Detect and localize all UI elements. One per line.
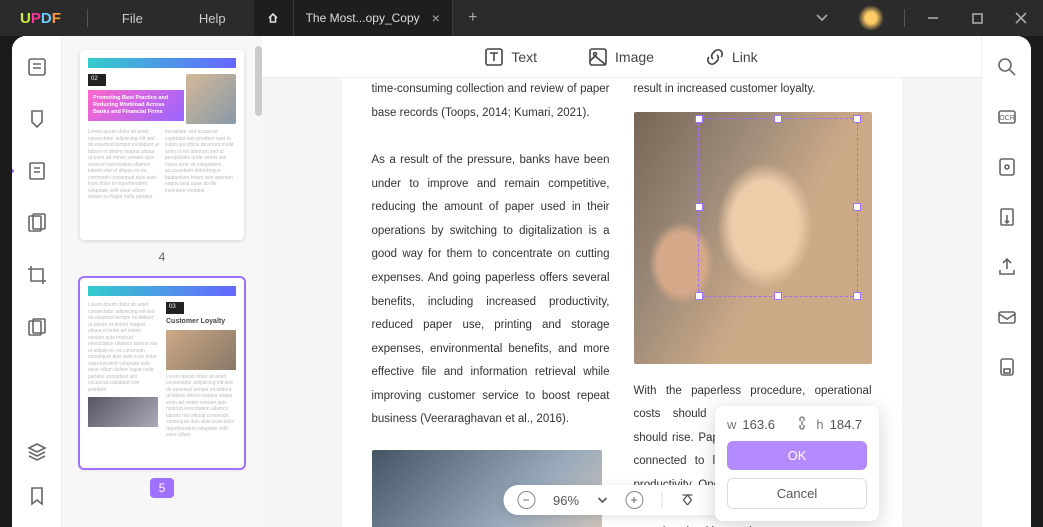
dropdown-icon[interactable] [800,0,844,36]
body-text: result in increased customer loyalty. [634,78,872,102]
thumb-promo-text: Promoting Best Practice and Reducing Wor… [88,90,184,121]
print-icon[interactable] [996,356,1018,378]
convert-icon[interactable] [996,206,1018,228]
divider [661,492,662,508]
page-thumbnail-4[interactable]: 02 Promoting Best Practice and Reducing … [80,50,244,240]
crop-handle-rm[interactable] [853,203,861,211]
link-tool[interactable]: Link [706,48,758,66]
edit-tool-icon[interactable] [26,160,48,182]
email-icon[interactable] [996,306,1018,328]
height-input[interactable] [830,417,876,432]
menu-file[interactable]: File [94,0,171,36]
reader-tool-icon[interactable] [26,56,48,78]
link-wh-icon[interactable] [796,416,808,433]
zoom-out-button[interactable]: − [517,491,535,509]
close-window-button[interactable] [999,0,1043,36]
crop-handle-bm[interactable] [774,292,782,300]
add-tab-button[interactable]: + [453,0,493,36]
crop-handle-tl[interactable] [695,115,703,123]
ok-button[interactable]: OK [727,441,867,470]
tab-title: The Most...opy_Copy [306,11,420,25]
crop-handle-br[interactable] [853,292,861,300]
document-tab[interactable]: The Most...opy_Copy × [294,0,453,36]
body-text: As a result of the pressure, banks have … [372,149,610,432]
organize-tool-icon[interactable] [26,212,48,234]
page-number-5: 5 [150,478,174,498]
crop-selection[interactable] [698,118,858,297]
search-icon[interactable] [996,56,1018,78]
image-tool-label: Image [615,49,654,65]
share-icon[interactable] [996,256,1018,278]
crop-tool-icon[interactable] [26,264,48,286]
zoom-in-button[interactable]: + [625,491,643,509]
ocr-icon[interactable]: OCR [996,106,1018,128]
crop-handle-bl[interactable] [695,292,703,300]
minimize-button[interactable] [911,0,955,36]
page-number-4: 4 [80,250,244,264]
page-thumbnail-5[interactable]: Lorem ipsum dolor sit amet consectetur a… [80,278,244,468]
page-image-1[interactable] [634,112,872,364]
thumb-badge: 02 [88,74,106,86]
thumb-badge: 03 [166,302,184,314]
bookmark-icon[interactable] [26,485,48,507]
crop-size-popup: w h OK Cancel [715,406,879,521]
menu-help[interactable]: Help [171,0,254,36]
thumbnail-scrollbar[interactable] [255,46,262,116]
text-tool[interactable]: Text [485,48,537,66]
highlight-tool-icon[interactable] [26,108,48,130]
close-tab-icon[interactable]: × [432,10,440,26]
ai-sparkle-icon[interactable] [858,5,884,31]
svg-text:OCR: OCR [999,115,1015,122]
height-label: h [816,417,823,432]
crop-handle-tr[interactable] [853,115,861,123]
tab-home[interactable] [254,0,294,36]
body-text: time-consuming collection and review of … [372,78,610,125]
link-tool-label: Link [732,49,758,65]
text-tool-label: Text [511,49,537,65]
cancel-button[interactable]: Cancel [727,478,867,509]
thumb-heading: Customer Loyalty [166,317,236,326]
divider [904,9,905,27]
crop-handle-lm[interactable] [695,203,703,211]
protect-icon[interactable] [996,156,1018,178]
zoom-value: 96% [553,493,579,508]
zoom-toolbar: − 96% + [503,485,740,515]
divider [87,9,88,27]
zoom-dropdown-icon[interactable] [597,497,607,503]
compress-tool-icon[interactable] [26,316,48,338]
app-logo: UPDF [0,10,81,27]
first-page-icon[interactable] [680,493,694,507]
image-tool[interactable]: Image [589,48,654,66]
layers-icon[interactable] [26,441,48,463]
width-input[interactable] [742,417,788,432]
crop-handle-tm[interactable] [774,115,782,123]
width-label: w [727,417,736,432]
maximize-button[interactable] [955,0,999,36]
